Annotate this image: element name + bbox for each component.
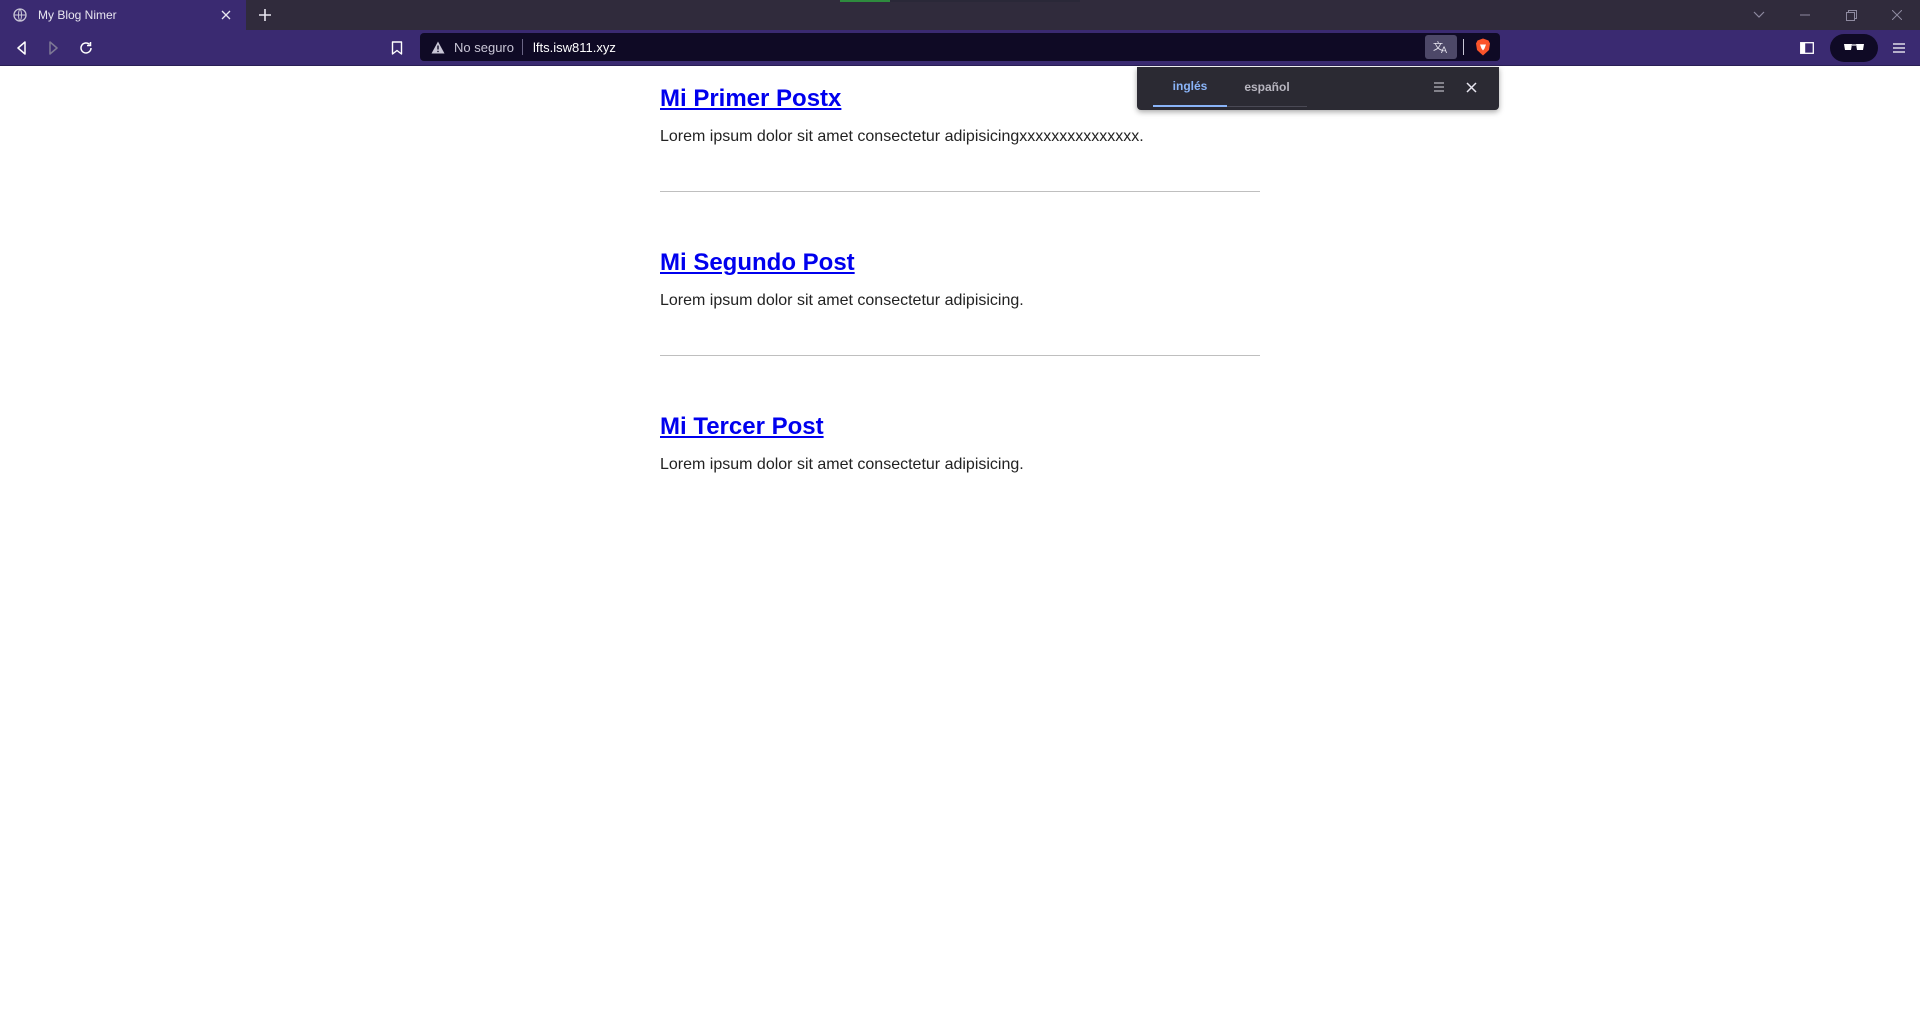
close-tab-icon[interactable] [218, 7, 234, 23]
new-tab-button[interactable] [255, 5, 275, 25]
address-bar-divider [1463, 39, 1464, 55]
tab-strip: My Blog Nimer [0, 0, 1920, 30]
close-icon[interactable] [1461, 77, 1481, 97]
browser-toolbar: No seguro lfts.isw811.xyz 文A [0, 30, 1920, 66]
url-text[interactable]: lfts.isw811.xyz [533, 40, 616, 55]
post-item: Mi Tercer Post Lorem ipsum dolor sit ame… [660, 412, 1260, 475]
blog-content: Mi Primer Postx Lorem ipsum dolor sit am… [660, 66, 1260, 475]
menu-icon[interactable] [1887, 36, 1911, 60]
post-title-link[interactable]: Mi Primer Postx [660, 84, 841, 114]
minimize-button[interactable] [1782, 0, 1828, 30]
window-controls [1736, 0, 1920, 30]
address-bar[interactable]: No seguro lfts.isw811.xyz 文A [420, 33, 1500, 61]
post-item: Mi Segundo Post Lorem ipsum dolor sit am… [660, 248, 1260, 311]
post-excerpt: Lorem ipsum dolor sit amet consectetur a… [660, 456, 1024, 473]
tab-search-icon[interactable] [1736, 0, 1782, 30]
post-excerpt: Lorem ipsum dolor sit amet consectetur a… [660, 128, 1144, 145]
warning-icon[interactable] [430, 39, 446, 55]
brave-shields-icon[interactable] [1470, 35, 1496, 59]
post-excerpt: Lorem ipsum dolor sit amet consectetur a… [660, 292, 1024, 309]
post-title-link[interactable]: Mi Tercer Post [660, 412, 824, 442]
post-title-link[interactable]: Mi Segundo Post [660, 248, 855, 278]
sidebar-icon[interactable] [1795, 36, 1819, 60]
reload-button[interactable] [74, 36, 98, 60]
address-bar-actions: 文A [1425, 33, 1500, 61]
close-window-button[interactable] [1874, 0, 1920, 30]
svg-text:A: A [1441, 45, 1447, 54]
address-separator [521, 39, 523, 55]
post-divider [660, 191, 1260, 192]
bookmark-icon[interactable] [385, 36, 409, 60]
loading-indicator [840, 0, 1080, 2]
tab-title: My Blog Nimer [38, 8, 117, 22]
forward-button[interactable] [41, 36, 65, 60]
security-label[interactable]: No seguro [454, 40, 514, 55]
restore-button[interactable] [1828, 0, 1874, 30]
post-divider [660, 355, 1260, 356]
translate-options-icon[interactable] [1429, 77, 1449, 97]
globe-icon [12, 7, 28, 23]
vpn-glasses-icon[interactable] [1830, 34, 1878, 62]
browser-tab[interactable]: My Blog Nimer [0, 0, 246, 30]
translate-icon[interactable]: 文A [1425, 35, 1457, 59]
post-item: Mi Primer Postx Lorem ipsum dolor sit am… [660, 66, 1260, 147]
back-button[interactable] [10, 36, 34, 60]
